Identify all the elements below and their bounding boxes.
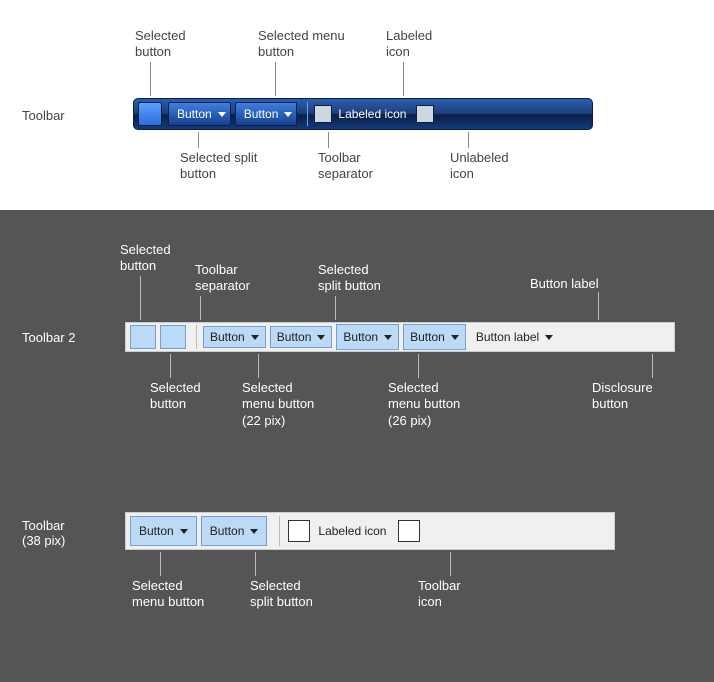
toolbar2-split-button[interactable]: Button: [270, 326, 333, 348]
toolbar-2: Button Button Button Button Button label: [125, 322, 675, 352]
callout-line: [335, 296, 336, 320]
toolbar38-separator: [279, 516, 280, 546]
button-label: Button: [343, 330, 378, 344]
row-label-toolbar2: Toolbar 2: [22, 330, 75, 345]
callout-selected-split-button: Selected split button: [180, 150, 257, 183]
section-dark: Toolbar 2 Selected button Toolbar separa…: [0, 210, 714, 682]
row-label-toolbar38: Toolbar (38 pix): [22, 518, 65, 548]
toolbar2-menu-button-26a[interactable]: Button: [336, 324, 399, 350]
chevron-down-icon: [384, 335, 392, 340]
callout-selected-split-button: Selected split button: [318, 262, 381, 295]
callout-line: [598, 292, 599, 320]
callout-line: [418, 354, 419, 378]
callout-unlabeled-icon: Unlabeled icon: [450, 150, 509, 183]
section-toolbar-38: Toolbar (38 pix) Button Button Labeled i…: [0, 482, 714, 652]
callout-line: [258, 354, 259, 378]
callout-line: [468, 132, 469, 148]
callout-line: [198, 132, 199, 148]
toolbar-1: Button Button Labeled icon: [133, 98, 593, 130]
callout-line: [652, 354, 653, 378]
toolbar38-split-button[interactable]: Button: [201, 516, 268, 546]
chevron-down-icon: [218, 112, 226, 117]
toolbar1-unlabeled-icon[interactable]: [416, 105, 434, 123]
chevron-down-icon: [284, 112, 292, 117]
callout-selected-menu-button: Selected menu button: [132, 578, 204, 611]
callout-line: [403, 62, 404, 96]
callout-line: [275, 62, 276, 96]
callout-selected-button: Selected button: [135, 28, 186, 61]
section-toolbar-2: Toolbar 2 Selected button Toolbar separa…: [0, 222, 714, 482]
callout-button-label: Button label: [530, 276, 599, 292]
callout-selected-button: Selected button: [120, 242, 171, 275]
button-label: Button: [210, 524, 245, 538]
toolbar2-separator: [196, 325, 197, 349]
callout-selected-menu-button: Selected menu button: [258, 28, 345, 61]
callout-line: [255, 552, 256, 576]
callout-disclosure-button: Disclosure button: [592, 380, 653, 413]
callout-line: [160, 552, 161, 576]
button-label: Button: [410, 330, 445, 344]
toolbar38-menu-button[interactable]: Button: [130, 516, 197, 546]
toolbar1-labeled-icon[interactable]: [314, 105, 332, 123]
toolbar1-menu-button[interactable]: Button: [235, 102, 298, 126]
chevron-down-icon: [545, 335, 553, 340]
toolbar1-selected-button[interactable]: [138, 102, 162, 126]
toolbar2-menu-button-22[interactable]: Button: [203, 326, 266, 348]
callout-toolbar-separator: Toolbar separator: [195, 262, 250, 295]
callout-selected-menu-button-26: Selected menu button (26 pix): [388, 380, 460, 429]
callout-selected-menu-button-22: Selected menu button (22 pix): [242, 380, 314, 429]
callout-line: [450, 552, 451, 576]
row-label-toolbar: Toolbar: [22, 108, 65, 123]
callout-selected-split-button: Selected split button: [250, 578, 313, 611]
disclosure-label: Button label: [476, 330, 539, 344]
chevron-down-icon: [251, 335, 259, 340]
button-label: Button: [210, 330, 245, 344]
callout-line: [140, 276, 141, 320]
toolbar38-toolbar-icon[interactable]: [398, 520, 420, 542]
toolbar38-labeled-icon[interactable]: [288, 520, 310, 542]
callout-line: [200, 296, 201, 320]
chevron-down-icon: [451, 335, 459, 340]
callout-line: [150, 62, 151, 96]
toolbar2-disclosure-button[interactable]: Button label: [476, 330, 553, 344]
callout-line: [328, 132, 329, 148]
callout-labeled-icon: Labeled icon: [386, 28, 432, 61]
callout-selected-button-b: Selected button: [150, 380, 201, 413]
button-label: Button: [244, 107, 279, 121]
toolbar2-menu-button-26b[interactable]: Button: [403, 324, 466, 350]
toolbar1-split-button[interactable]: Button: [168, 102, 231, 126]
section-toolbar-1: Toolbar Selected button Selected menu bu…: [0, 0, 714, 210]
toolbar2-selected-button-1[interactable]: [130, 325, 156, 349]
button-label: Button: [139, 524, 174, 538]
chevron-down-icon: [317, 335, 325, 340]
callout-toolbar-icon: Toolbar icon: [418, 578, 461, 611]
callout-line: [170, 354, 171, 378]
chevron-down-icon: [250, 529, 258, 534]
toolbar1-separator: [307, 102, 308, 126]
toolbar2-selected-button-2[interactable]: [160, 325, 186, 349]
button-label: Button: [277, 330, 312, 344]
toolbar1-labeled-icon-text: Labeled icon: [338, 107, 406, 121]
toolbar-38: Button Button Labeled icon: [125, 512, 615, 550]
chevron-down-icon: [180, 529, 188, 534]
callout-toolbar-separator: Toolbar separator: [318, 150, 373, 183]
toolbar38-labeled-icon-text: Labeled icon: [318, 524, 386, 538]
button-label: Button: [177, 107, 212, 121]
